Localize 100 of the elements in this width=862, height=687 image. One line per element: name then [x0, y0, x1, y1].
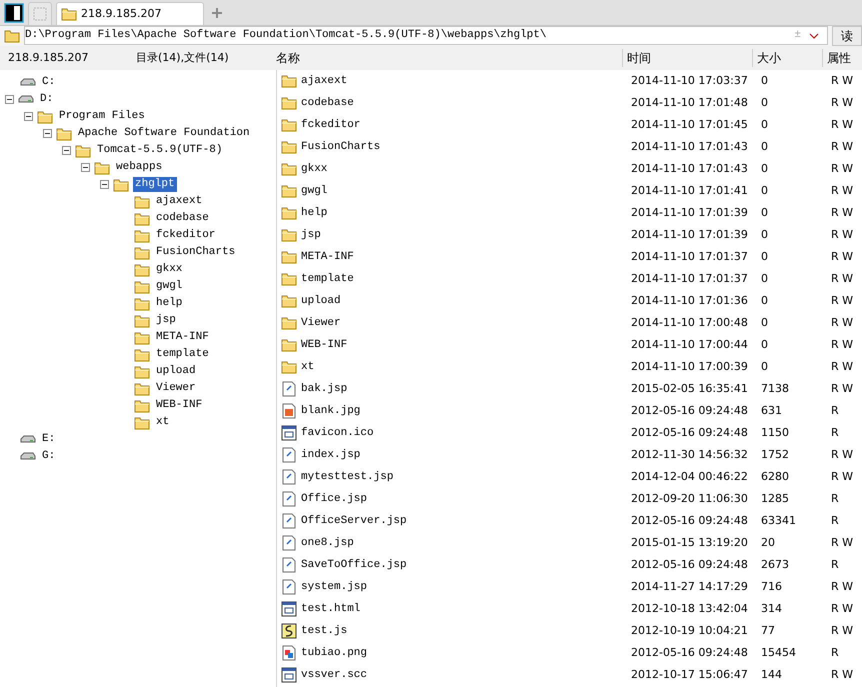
file-name[interactable]: OfficeServer.jsp — [301, 512, 407, 530]
file-name[interactable]: fckeditor — [301, 116, 360, 134]
tree-item[interactable]: D: — [38, 92, 56, 107]
expander[interactable] — [24, 112, 33, 121]
file-time: 2014-11-10 17:00:39 — [631, 358, 749, 375]
file-attributes: R W — [831, 116, 854, 133]
file-name[interactable]: META-INF — [301, 248, 354, 266]
expander[interactable] — [62, 146, 71, 155]
file-attributes: R W — [831, 204, 854, 221]
file-time: 2014-11-10 17:01:43 — [631, 160, 749, 177]
file-name[interactable]: Office.jsp — [301, 490, 368, 508]
tree-item[interactable]: FusionCharts — [154, 245, 238, 260]
column-header[interactable]: 大小 — [752, 49, 822, 67]
file-name[interactable]: favicon.ico — [301, 424, 374, 442]
file-name[interactable]: codebase — [301, 94, 354, 112]
tree-item[interactable]: jsp — [154, 313, 178, 328]
file-name[interactable]: template — [301, 270, 354, 288]
tree-item[interactable]: E: — [40, 432, 58, 447]
tree-item[interactable]: C: — [40, 75, 58, 90]
tree-item[interactable]: Viewer — [154, 381, 198, 396]
file-time: 2014-11-10 17:01:45 — [631, 116, 749, 133]
file-time: 2014-11-10 17:00:48 — [631, 314, 749, 331]
expander[interactable] — [43, 129, 52, 138]
tree-item[interactable]: WEB-INF — [154, 398, 204, 413]
expander[interactable] — [5, 95, 14, 104]
tree-item[interactable]: webapps — [114, 160, 164, 175]
address-text: D:\Program Files\Apache Software Foundation\Tomcat-5.5.9(UTF-8)\webapps\zhglpt\ — [25, 28, 548, 44]
tree-item[interactable]: xt — [154, 415, 172, 430]
file-name[interactable]: test.html — [301, 600, 360, 618]
tree-item[interactable]: upload — [154, 364, 198, 379]
tree-item[interactable]: ajaxext — [154, 194, 204, 209]
tree-item[interactable]: fckeditor — [154, 228, 218, 243]
file-name[interactable]: mytesttest.jsp — [301, 468, 394, 486]
tree-item[interactable]: gwgl — [154, 279, 184, 294]
panel-icon[interactable] — [4, 2, 24, 22]
folder-icon — [134, 296, 150, 312]
folder-icon — [134, 364, 150, 380]
file-size: 2673 — [761, 556, 790, 573]
file-name[interactable]: blank.jpg — [301, 402, 360, 420]
folder-icon — [134, 194, 150, 210]
window-file-icon — [281, 425, 297, 441]
folder-icon — [75, 142, 91, 158]
file-name[interactable]: index.jsp — [301, 446, 360, 464]
folder-icon — [134, 380, 150, 396]
expander[interactable] — [100, 180, 109, 189]
column-header[interactable]: 属性 — [822, 49, 862, 67]
file-name[interactable]: jsp — [301, 226, 321, 244]
tree-item[interactable]: template — [154, 347, 211, 362]
file-name[interactable]: upload — [301, 292, 341, 310]
file-time: 2014-11-10 17:01:48 — [631, 94, 749, 111]
folder-icon — [134, 244, 150, 260]
read-button[interactable]: 读 — [832, 26, 862, 46]
file-size: 0 — [761, 248, 769, 265]
file-name[interactable]: system.jsp — [301, 578, 368, 596]
file-time: 2014-11-10 17:03:37 — [631, 72, 749, 89]
file-name[interactable]: Viewer — [301, 314, 341, 332]
file-name[interactable]: bak.jsp — [301, 380, 348, 398]
file-name[interactable]: vssver.scc — [301, 666, 368, 684]
tab[interactable]: 218.9.185.207 — [56, 2, 204, 25]
file-name[interactable]: tubiao.png — [301, 644, 368, 662]
tree-item[interactable]: META-INF — [154, 330, 211, 345]
file-size: 20 — [761, 534, 776, 551]
file-name[interactable]: FusionCharts — [301, 138, 380, 156]
file-size: 7138 — [761, 380, 790, 397]
file-name[interactable]: test.js — [301, 622, 348, 640]
file-time: 2014-11-10 17:01:43 — [631, 138, 749, 155]
folder-icon — [94, 160, 110, 176]
file-name[interactable]: ajaxext — [301, 72, 348, 90]
tree-item[interactable]: codebase — [154, 211, 211, 226]
tree-item[interactable]: Apache Software Foundation — [76, 126, 252, 141]
file-name[interactable]: gwgl — [301, 182, 328, 200]
tree-item[interactable]: Program Files — [57, 109, 147, 124]
file-name[interactable]: gkxx — [301, 160, 328, 178]
file-name[interactable]: one8.jsp — [301, 534, 354, 552]
file-attributes: R — [831, 556, 839, 573]
file-size: 6280 — [761, 468, 790, 485]
file-name[interactable]: SaveToOffice.jsp — [301, 556, 407, 574]
file-name[interactable]: WEB-INF — [301, 336, 348, 354]
counts-label: 目录(14),文件(14) — [136, 50, 229, 66]
tree-item[interactable]: gkxx — [154, 262, 184, 277]
column-header[interactable]: 时间 — [622, 49, 752, 67]
folder-icon — [281, 205, 297, 221]
address-field[interactable]: D:\Program Files\Apache Software Foundation\Tomcat-5.5.9(UTF-8)\webapps\zhglpt\ ± — [24, 26, 828, 45]
tree-item[interactable]: G: — [40, 449, 58, 464]
dropdown-icon[interactable] — [809, 32, 819, 40]
column-header[interactable]: 名称 — [272, 49, 622, 67]
file-icon — [281, 513, 297, 529]
new-tab-icon[interactable] — [212, 8, 222, 18]
file-name[interactable]: help — [301, 204, 328, 222]
tree-item[interactable]: zhglpt — [133, 177, 177, 192]
file-icon — [281, 381, 297, 397]
expander[interactable] — [81, 163, 90, 172]
file-time: 2012-05-16 09:24:48 — [631, 556, 749, 573]
folder-icon — [37, 108, 53, 124]
file-name[interactable]: xt — [301, 358, 314, 376]
file-attributes: R W — [831, 358, 854, 375]
tree-item[interactable]: help — [154, 296, 184, 311]
file-time: 2012-10-19 10:04:21 — [631, 622, 749, 639]
folder-icon — [134, 210, 150, 226]
tree-item[interactable]: Tomcat-5.5.9(UTF-8) — [95, 143, 224, 158]
